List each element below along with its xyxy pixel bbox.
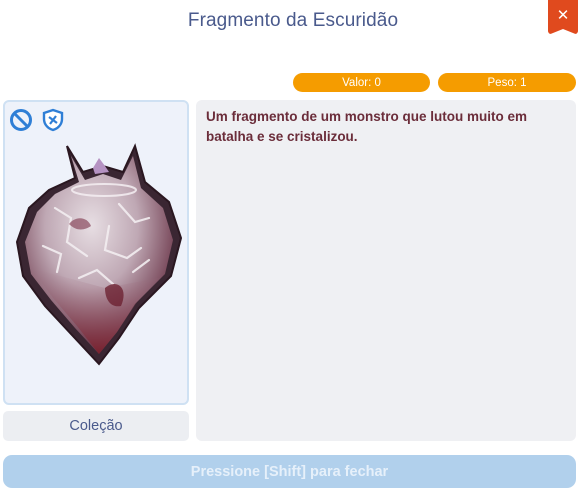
item-description: Um fragmento de um monstro que lutou mui… <box>206 109 528 144</box>
dialog-title: Fragmento da Escuridão <box>187 10 399 31</box>
value-badge: Valor: 0 <box>293 73 430 92</box>
weight-badge: Peso: 1 <box>438 73 576 92</box>
close-hint-button[interactable]: Pressione [Shift] para fechar <box>3 455 576 488</box>
dark-fragment-icon <box>15 143 183 366</box>
item-image-panel <box>3 100 189 405</box>
item-description-panel: Um fragmento de um monstro que lutou mui… <box>196 100 576 441</box>
close-button[interactable]: ✕ <box>548 0 578 35</box>
no-trade-icon <box>10 109 32 131</box>
collection-button[interactable]: Coleção <box>3 411 189 441</box>
shield-icon <box>42 108 64 132</box>
close-icon[interactable]: ✕ <box>557 6 570 24</box>
